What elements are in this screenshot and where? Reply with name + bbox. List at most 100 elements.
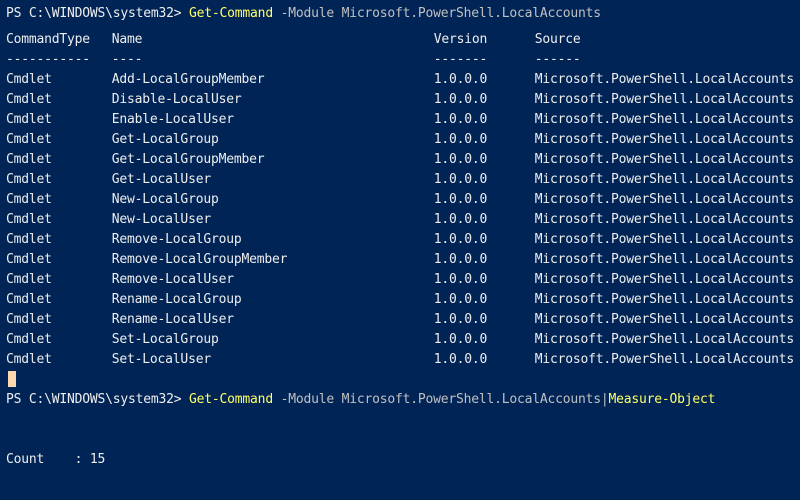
table-cell: Cmdlet bbox=[6, 130, 112, 150]
table-cell: Cmdlet bbox=[6, 310, 112, 330]
table-row: CmdletNew-LocalGroup1.0.0.0Microsoft.Pow… bbox=[6, 190, 794, 210]
table-cell: 1.0.0.0 bbox=[434, 290, 535, 310]
table-cell: Microsoft.PowerShell.LocalAccounts bbox=[535, 230, 794, 250]
table-cell: Enable-LocalUser bbox=[112, 110, 434, 130]
table-cell: 1.0.0.0 bbox=[434, 150, 535, 170]
table-cell: Set-LocalUser bbox=[112, 350, 434, 370]
table-cell: Remove-LocalGroupMember bbox=[112, 250, 434, 270]
table-cell: 1.0.0.0 bbox=[434, 350, 535, 370]
table-cell: Remove-LocalGroup bbox=[112, 230, 434, 250]
command-output-table: CommandType Name Version Source --------… bbox=[6, 30, 794, 370]
table-cell: Cmdlet bbox=[6, 230, 112, 250]
blank-line bbox=[6, 430, 794, 450]
table-cell: 1.0.0.0 bbox=[434, 110, 535, 130]
measure-result: Count : 15 bbox=[6, 450, 794, 470]
table-cell: Rename-LocalGroup bbox=[112, 290, 434, 310]
table-header-row: CommandType Name Version Source bbox=[6, 30, 794, 50]
table-cell: Cmdlet bbox=[6, 270, 112, 290]
blank-line bbox=[6, 410, 794, 430]
table-cell: Get-LocalGroupMember bbox=[112, 150, 434, 170]
command-name: Get-Command bbox=[189, 6, 273, 21]
table-cell: Microsoft.PowerShell.LocalAccounts bbox=[535, 210, 794, 230]
table-cell: 1.0.0.0 bbox=[434, 270, 535, 290]
table-cell: 1.0.0.0 bbox=[434, 170, 535, 190]
table-cell: 1.0.0.0 bbox=[434, 330, 535, 350]
table-cell: Cmdlet bbox=[6, 150, 112, 170]
table-cell: Microsoft.PowerShell.LocalAccounts bbox=[535, 90, 794, 110]
table-cell: 1.0.0.0 bbox=[434, 310, 535, 330]
table-cell: 1.0.0.0 bbox=[434, 230, 535, 250]
table-cell: Microsoft.PowerShell.LocalAccounts bbox=[535, 270, 794, 290]
table-cell: Microsoft.PowerShell.LocalAccounts bbox=[535, 150, 794, 170]
table-cell: Microsoft.PowerShell.LocalAccounts bbox=[535, 250, 794, 270]
table-cell: Cmdlet bbox=[6, 170, 112, 190]
table-cell: Cmdlet bbox=[6, 330, 112, 350]
table-cell: Microsoft.PowerShell.LocalAccounts bbox=[535, 190, 794, 210]
table-cell: Microsoft.PowerShell.LocalAccounts bbox=[535, 330, 794, 350]
table-cell: Cmdlet bbox=[6, 190, 112, 210]
table-cell: Microsoft.PowerShell.LocalAccounts bbox=[535, 350, 794, 370]
command-args: -Module Microsoft.PowerShell.LocalAccoun… bbox=[273, 392, 609, 407]
table-cell: 1.0.0.0 bbox=[434, 70, 535, 90]
table-cell: 1.0.0.0 bbox=[434, 250, 535, 270]
table-cell: Get-LocalGroup bbox=[112, 130, 434, 150]
result-label: Count bbox=[6, 452, 44, 467]
table-row: CmdletNew-LocalUser1.0.0.0Microsoft.Powe… bbox=[6, 210, 794, 230]
table-cell: 1.0.0.0 bbox=[434, 190, 535, 210]
table-cell: New-LocalGroup bbox=[112, 190, 434, 210]
table-row: CmdletGet-LocalGroupMember1.0.0.0Microso… bbox=[6, 150, 794, 170]
col-header: CommandType bbox=[6, 30, 112, 50]
cursor-line bbox=[6, 370, 794, 390]
table-cell: Microsoft.PowerShell.LocalAccounts bbox=[535, 290, 794, 310]
table-cell: Disable-LocalUser bbox=[112, 90, 434, 110]
command-name: Measure-Object bbox=[609, 392, 716, 407]
table-cell: 1.0.0.0 bbox=[434, 130, 535, 150]
table-cell: Microsoft.PowerShell.LocalAccounts bbox=[535, 70, 794, 90]
table-row: CmdletDisable-LocalUser1.0.0.0Microsoft.… bbox=[6, 90, 794, 110]
table-cell: Remove-LocalUser bbox=[112, 270, 434, 290]
text-cursor bbox=[8, 371, 16, 387]
table-cell: Rename-LocalUser bbox=[112, 310, 434, 330]
table-cell: New-LocalUser bbox=[112, 210, 434, 230]
table-row: CmdletSet-LocalGroup1.0.0.0Microsoft.Pow… bbox=[6, 330, 794, 350]
command-args: -Module Microsoft.PowerShell.LocalAccoun… bbox=[273, 6, 601, 21]
table-row: CmdletRename-LocalUser1.0.0.0Microsoft.P… bbox=[6, 310, 794, 330]
table-row: CmdletSet-LocalUser1.0.0.0Microsoft.Powe… bbox=[6, 350, 794, 370]
table-cell: 1.0.0.0 bbox=[434, 90, 535, 110]
table-cell: Microsoft.PowerShell.LocalAccounts bbox=[535, 170, 794, 190]
table-row: CmdletGet-LocalGroup1.0.0.0Microsoft.Pow… bbox=[6, 130, 794, 150]
col-header: Source bbox=[535, 30, 794, 50]
table-cell: Cmdlet bbox=[6, 210, 112, 230]
table-cell: Cmdlet bbox=[6, 70, 112, 90]
table-cell: 1.0.0.0 bbox=[434, 210, 535, 230]
table-cell: Microsoft.PowerShell.LocalAccounts bbox=[535, 130, 794, 150]
table-cell: Cmdlet bbox=[6, 290, 112, 310]
ps-prompt: PS C:\WINDOWS\system32> bbox=[6, 6, 189, 21]
table-row: CmdletRemove-LocalGroup1.0.0.0Microsoft.… bbox=[6, 230, 794, 250]
prompt-line-2[interactable]: PS C:\WINDOWS\system32> Get-Command -Mod… bbox=[6, 390, 794, 410]
table-cell: Cmdlet bbox=[6, 90, 112, 110]
table-cell: Cmdlet bbox=[6, 110, 112, 130]
table-row: CmdletRename-LocalGroup1.0.0.0Microsoft.… bbox=[6, 290, 794, 310]
table-row: CmdletGet-LocalUser1.0.0.0Microsoft.Powe… bbox=[6, 170, 794, 190]
table-row: CmdletAdd-LocalGroupMember1.0.0.0Microso… bbox=[6, 70, 794, 90]
table-cell: Cmdlet bbox=[6, 350, 112, 370]
table-row: CmdletRemove-LocalGroupMember1.0.0.0Micr… bbox=[6, 250, 794, 270]
ps-prompt: PS C:\WINDOWS\system32> bbox=[6, 392, 189, 407]
command-name: Get-Command bbox=[189, 392, 273, 407]
table-cell: Set-LocalGroup bbox=[112, 330, 434, 350]
col-header: Version bbox=[434, 30, 535, 50]
result-value: 15 bbox=[90, 452, 105, 467]
result-colon: : bbox=[44, 452, 90, 467]
table-cell: Microsoft.PowerShell.LocalAccounts bbox=[535, 310, 794, 330]
col-header: Name bbox=[112, 30, 434, 50]
prompt-line-1[interactable]: PS C:\WINDOWS\system32> Get-Command -Mod… bbox=[6, 4, 794, 24]
table-separator-row: ----------- ---- ------- ------ bbox=[6, 50, 794, 70]
terminal-output: PS C:\WINDOWS\system32> Get-Command -Mod… bbox=[0, 0, 800, 474]
table-cell: Microsoft.PowerShell.LocalAccounts bbox=[535, 110, 794, 130]
table-row: CmdletEnable-LocalUser1.0.0.0Microsoft.P… bbox=[6, 110, 794, 130]
table-cell: Add-LocalGroupMember bbox=[112, 70, 434, 90]
table-row: CmdletRemove-LocalUser1.0.0.0Microsoft.P… bbox=[6, 270, 794, 290]
table-cell: Get-LocalUser bbox=[112, 170, 434, 190]
table-cell: Cmdlet bbox=[6, 250, 112, 270]
